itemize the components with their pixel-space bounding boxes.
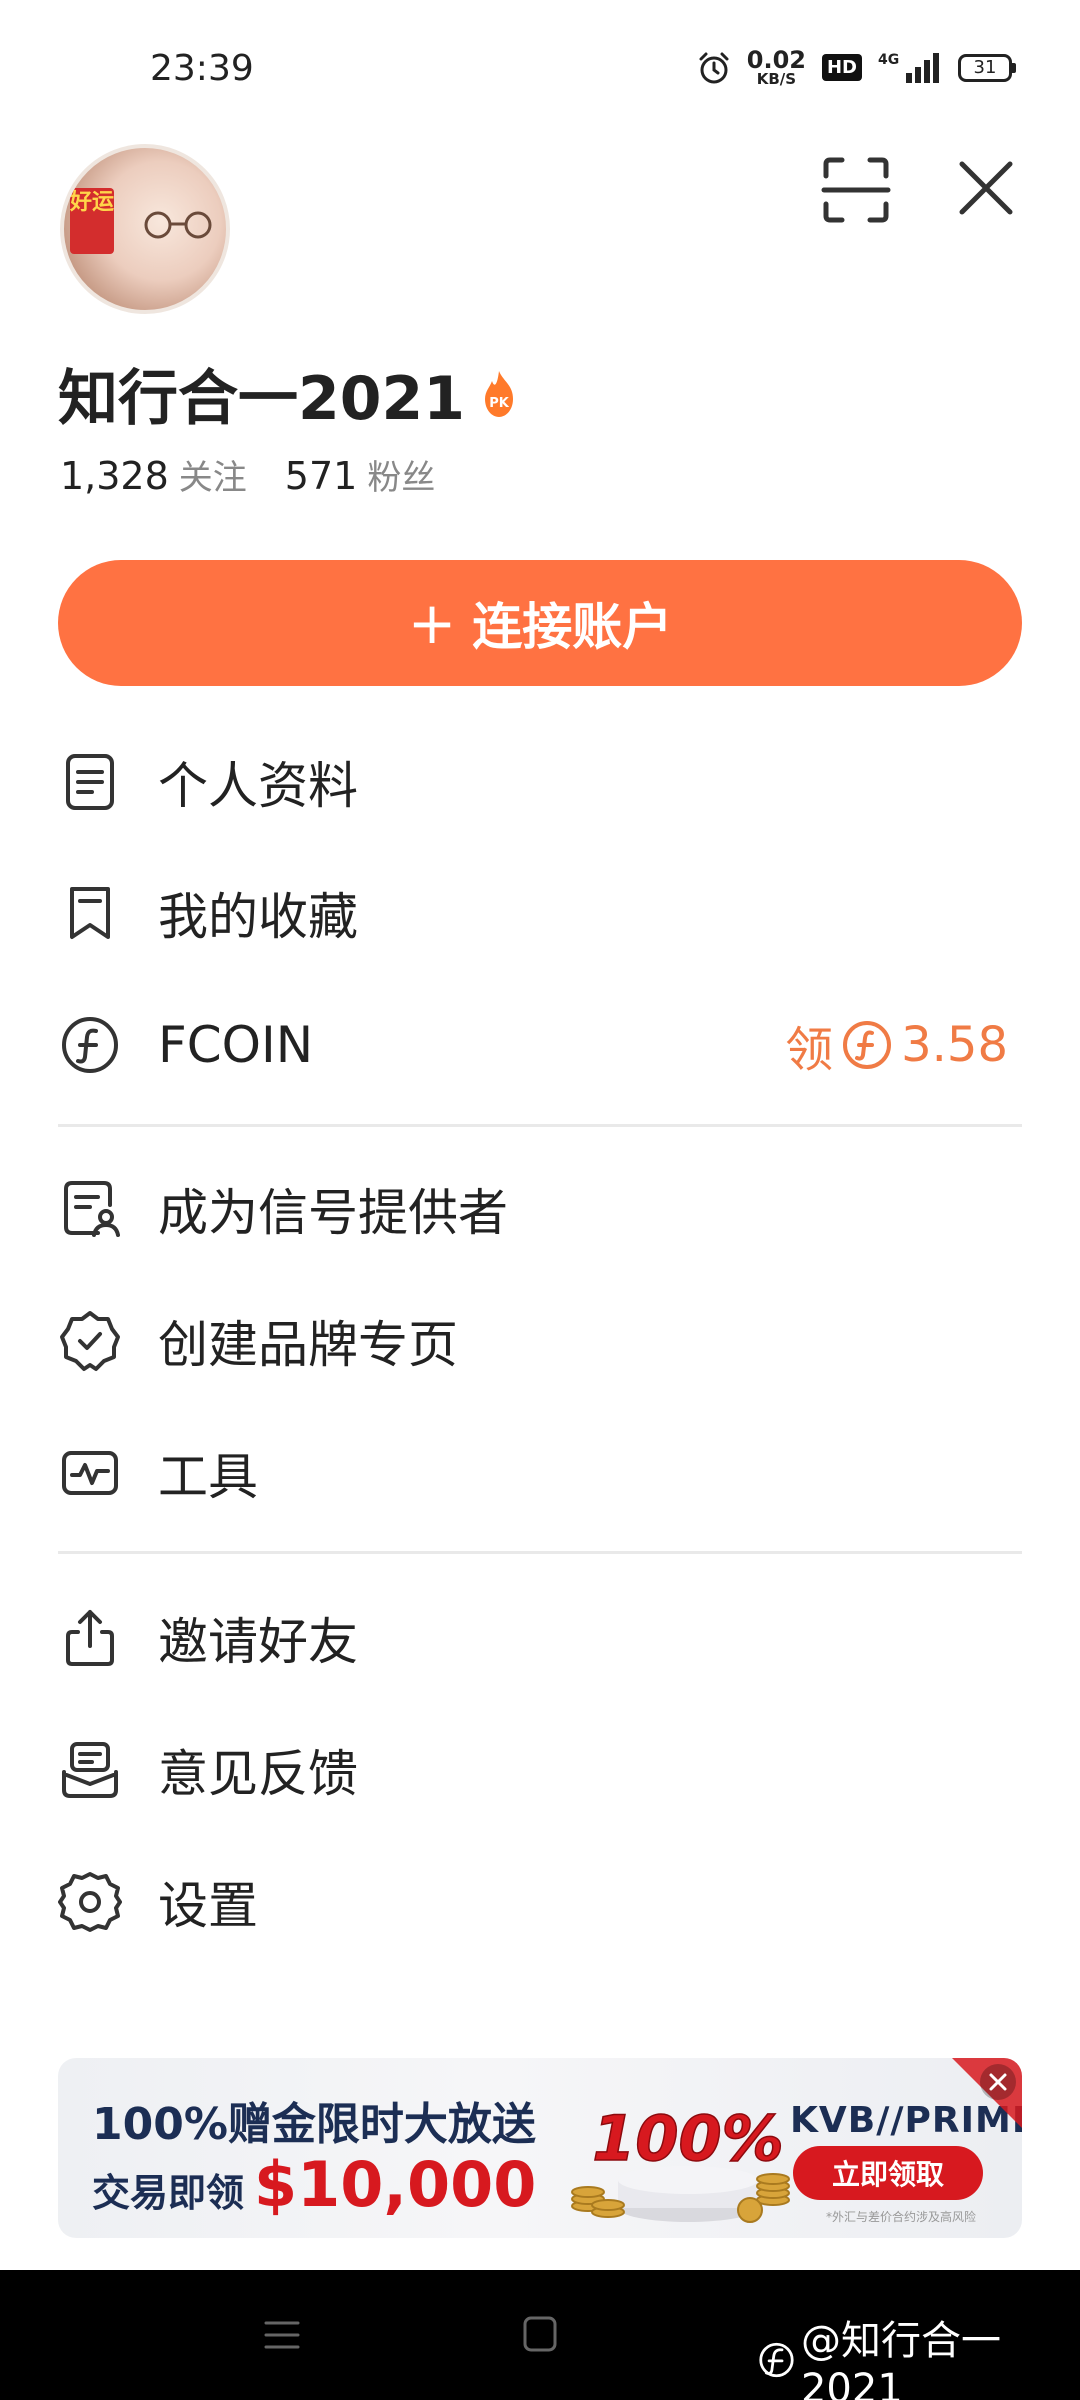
followers-label[interactable]: 粉丝 — [367, 450, 435, 499]
banner-headline: 100%赠金限时大放送 — [92, 2099, 536, 2150]
close-icon[interactable] — [952, 154, 1020, 222]
menu-label-feedback: 意见反馈 — [158, 1745, 358, 1803]
share-icon — [66, 1610, 114, 1666]
follow-stats: 1,328 关注 571 粉丝 — [60, 450, 435, 499]
followers-count[interactable]: 571 — [285, 454, 358, 498]
banner-close-icon[interactable] — [980, 2064, 1016, 2100]
fcoin-reward[interactable]: 领 3.58 — [785, 1010, 1008, 1080]
feedback-icon — [62, 1742, 118, 1798]
network-speed: 0.02 KB/S — [747, 48, 806, 87]
banner-claim-button[interactable]: 立即领取 — [793, 2146, 983, 2200]
following-label[interactable]: 关注 — [179, 450, 247, 499]
bookmark-icon — [70, 887, 110, 939]
status-bar: 23:39 0.02 KB/S HD 4G 31 — [0, 0, 1080, 140]
menu-item-profile[interactable]: 个人资料 — [58, 722, 1022, 842]
hd-badge: HD — [821, 54, 862, 81]
fcoin-amount: 3.58 — [901, 1017, 1008, 1073]
menu-item-invite[interactable]: 邀请好友 — [58, 1578, 1022, 1698]
menu-label-brand-page: 创建品牌专页 — [158, 1316, 458, 1374]
ad-banner[interactable]: 100%赠金限时大放送 交易即领 $10,000 100% KVB//PRIME… — [58, 2058, 1022, 2238]
banner-disclaimer: *外汇与差价合约涉及高风险 — [826, 2210, 977, 2224]
username: 知行合一2021 — [58, 364, 465, 434]
status-time: 23:39 — [150, 48, 254, 89]
home-icon[interactable] — [522, 2314, 558, 2354]
scan-icon[interactable] — [820, 154, 892, 226]
menu-label-settings: 设置 — [158, 1877, 258, 1935]
menu-item-feedback[interactable]: 意见反馈 — [58, 1710, 1022, 1830]
menu-divider-2 — [58, 1551, 1022, 1554]
menu-item-settings[interactable]: 设置 — [58, 1842, 1022, 1962]
monitor-pulse-icon — [62, 1451, 118, 1495]
watermark: @知行合一2021 — [758, 2308, 1080, 2400]
verified-badge-icon — [60, 1311, 120, 1371]
menu-label-fcoin: FCOIN — [158, 1016, 314, 1074]
fcoin-coin-icon — [843, 1021, 892, 1069]
status-icons: 0.02 KB/S HD 4G 31 — [697, 48, 1016, 87]
fcoin-icon — [62, 1017, 118, 1073]
banner-promo-text: 100% — [592, 2102, 784, 2175]
following-count[interactable]: 1,328 — [60, 454, 169, 498]
fcoin-claim-label: 领 — [785, 1022, 834, 1078]
avatar-lucky-tag: 好运 — [70, 188, 114, 254]
battery-indicator: 31 — [958, 53, 1016, 82]
connect-account-button[interactable]: + 连接账户 — [58, 560, 1022, 686]
avatar[interactable]: 好运 — [60, 144, 230, 314]
menu-item-fcoin[interactable]: FCOIN 领 3.58 — [58, 985, 1022, 1105]
connect-account-label: 连接账户 — [472, 598, 673, 656]
menu-label-favorites: 我的收藏 — [158, 888, 358, 946]
pk-flame-badge-icon[interactable]: PK — [479, 369, 519, 419]
network-speed-value: 0.02 — [746, 46, 806, 74]
watermark-text: @知行合一2021 — [800, 2318, 1001, 2400]
signal-icon: 4G — [878, 52, 939, 83]
battery-level: 31 — [958, 53, 1012, 82]
profile-drawer-screen: 23:39 0.02 KB/S HD 4G 31 好运 知行合一2021 PK … — [0, 0, 1080, 2400]
menu-item-brand-page[interactable]: 创建品牌专页 — [58, 1281, 1022, 1401]
banner-coin-stack-graphic: 100% — [571, 2101, 790, 2223]
menu-item-favorites[interactable]: 我的收藏 — [58, 853, 1022, 973]
recent-apps-icon[interactable] — [262, 2315, 302, 2355]
watermark-logo-icon — [759, 2342, 794, 2378]
menu-label-invite: 邀请好友 — [158, 1613, 358, 1671]
menu-label-profile: 个人资料 — [158, 757, 358, 815]
menu-label-tools: 工具 — [158, 1448, 258, 1506]
menu-label-signal-provider: 成为信号提供者 — [158, 1184, 508, 1242]
battery-tip — [1012, 62, 1016, 73]
signal-provider-icon — [64, 1181, 120, 1237]
username-row: 知行合一2021 PK — [58, 350, 519, 437]
system-navigation-bar: @知行合一2021 — [0, 2270, 1080, 2400]
banner-amount: $10,000 — [254, 2148, 537, 2221]
plus-icon: + — [407, 589, 457, 657]
document-icon — [66, 754, 114, 810]
menu-item-tools[interactable]: 工具 — [58, 1413, 1022, 1533]
gear-icon — [58, 1872, 122, 1932]
banner-subline: 交易即领 $10,000 — [92, 2148, 536, 2221]
avatar-glasses-graphic — [144, 211, 212, 239]
svg-text:PK: PK — [489, 396, 510, 411]
network-speed-unit: KB/S — [756, 70, 797, 88]
menu-divider-1 — [58, 1124, 1022, 1127]
signal-type-label: 4G — [878, 52, 899, 68]
banner-subline-prefix: 交易即领 — [92, 2171, 245, 2215]
alarm-icon — [699, 52, 729, 83]
menu-item-signal-provider[interactable]: 成为信号提供者 — [58, 1149, 1022, 1269]
